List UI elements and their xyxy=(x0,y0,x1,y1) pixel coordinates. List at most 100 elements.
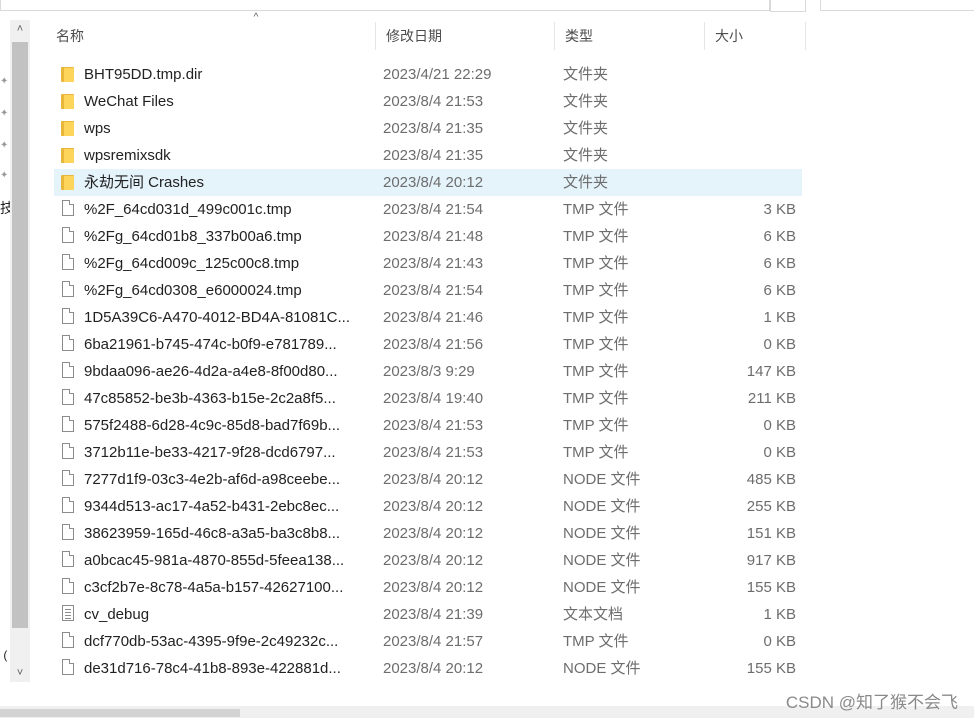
modified-date: 2023/8/4 21:46 xyxy=(383,309,484,326)
file-size: 6 KB xyxy=(763,282,796,299)
file-row[interactable]: %2Fg_64cd01b8_337b00a6.tmp 2023/8/4 21:48… xyxy=(54,223,802,250)
file-type: 文件夹 xyxy=(563,147,609,164)
text-document-icon xyxy=(58,601,76,628)
file-type: TMP 文件 xyxy=(563,363,629,380)
navigation-pane[interactable]: ✦ ✦ ✦ ✦ 技 ) ( xyxy=(0,12,14,682)
column-size-header[interactable]: 大小 xyxy=(705,22,806,50)
nav-scrollbar[interactable]: ˄ ˅ xyxy=(10,20,30,682)
file-row[interactable]: %2Fg_64cd0308_e6000024.tmp 2023/8/4 21:54… xyxy=(54,277,802,304)
folder-row[interactable]: wpsremixsdk 2023/8/4 21:35 文件夹 xyxy=(54,142,802,169)
file-type: TMP 文件 xyxy=(563,390,629,407)
modified-date: 2023/8/4 21:56 xyxy=(383,336,484,353)
file-row[interactable]: %2F_64cd031d_499c001c.tmp 2023/8/4 21:54 T… xyxy=(54,196,802,223)
file-name: a0bcac45-981a-4870-855d-5feea138... xyxy=(84,552,345,569)
file-size xyxy=(704,169,796,196)
modified-date: 2023/8/4 21:54 xyxy=(383,201,484,218)
file-name: 47c85852-be3b-4363-b15e-2c2a8f5... xyxy=(84,390,336,407)
file-size: 155 KB xyxy=(746,579,796,596)
file-icon xyxy=(58,520,76,547)
file-type: TMP 文件 xyxy=(563,633,629,650)
file-row[interactable]: 47c85852-be3b-4363-b15e-2c2a8f5... 2023/8… xyxy=(54,385,802,412)
scrollbar-thumb[interactable] xyxy=(12,42,28,628)
file-name: 6ba21961-b745-474c-b0f9-e781789... xyxy=(84,336,337,353)
file-size: 0 KB xyxy=(763,336,796,353)
file-icon xyxy=(58,385,76,412)
address-bar[interactable] xyxy=(0,0,770,11)
file-row[interactable]: c3cf2b7e-8c78-4a5a-b157-42627100... 2023/… xyxy=(54,574,802,601)
file-type: NODE 文件 xyxy=(563,498,641,515)
file-size xyxy=(704,115,796,142)
file-icon xyxy=(58,628,76,655)
folder-row[interactable]: WeChat Files 2023/8/4 21:53 文件夹 xyxy=(54,88,802,115)
folder-row[interactable]: wps 2023/8/4 21:35 文件夹 xyxy=(54,115,802,142)
file-type: 文件夹 xyxy=(563,66,609,83)
file-row[interactable]: 7277d1f9-03c3-4e2b-af6d-a98ceebe... 2023/… xyxy=(54,466,802,493)
file-row[interactable]: 9bdaa096-ae26-4d2a-a4e8-8f00d80... 2023/8… xyxy=(54,358,802,385)
pin-icon: ✦ xyxy=(0,140,9,151)
file-name: 9bdaa096-ae26-4d2a-a4e8-8f00d80... xyxy=(84,363,338,380)
modified-date: 2023/8/4 21:39 xyxy=(383,606,484,623)
file-name: %2F_64cd031d_499c001c.tmp xyxy=(84,201,292,218)
file-row[interactable]: de31d716-78c4-41b8-893e-422881d... 2023/8… xyxy=(54,655,802,682)
file-row[interactable]: %2Fg_64cd009c_125c00c8.tmp 2023/8/4 21:43… xyxy=(54,250,802,277)
file-name: %2Fg_64cd01b8_337b00a6.tmp xyxy=(84,228,302,245)
column-date-header[interactable]: 修改日期 xyxy=(376,22,555,50)
file-icon xyxy=(58,331,76,358)
file-size: 917 KB xyxy=(746,552,796,569)
file-type: NODE 文件 xyxy=(563,525,641,542)
file-row[interactable]: cv_debug 2023/8/4 21:39 文本文档 1 KB xyxy=(54,601,802,628)
nav-item-fragment[interactable]: ) ( xyxy=(0,648,7,662)
file-icon xyxy=(58,196,76,223)
modified-date: 2023/8/4 20:12 xyxy=(383,498,484,515)
folder-row[interactable]: 永劫无间 Crashes 2023/8/4 20:12 文件夹 xyxy=(54,169,802,196)
column-header: ^ 名称 修改日期 类型 大小 xyxy=(46,12,806,50)
modified-date: 2023/8/4 20:12 xyxy=(383,525,484,542)
scroll-up-icon[interactable]: ˄ xyxy=(13,22,27,36)
file-row[interactable]: dcf770db-53ac-4395-9f9e-2c49232c... 2023/… xyxy=(54,628,802,655)
file-row[interactable]: 38623959-165d-46c8-a3a5-ba3c8b8... 2023/8… xyxy=(54,520,802,547)
file-type: NODE 文件 xyxy=(563,579,641,596)
file-type: TMP 文件 xyxy=(563,282,629,299)
file-name: %2Fg_64cd0308_e6000024.tmp xyxy=(84,282,302,299)
file-row[interactable]: 575f2488-6d28-4c9c-85d8-bad7f69b... 2023/… xyxy=(54,412,802,439)
scroll-down-icon[interactable]: ˅ xyxy=(13,666,27,680)
refresh-button[interactable] xyxy=(770,0,806,12)
file-name: wpsremixsdk xyxy=(84,147,171,164)
file-name: 38623959-165d-46c8-a3a5-ba3c8b8... xyxy=(84,525,341,542)
folder-icon xyxy=(58,142,76,169)
folder-icon xyxy=(58,115,76,142)
file-size xyxy=(704,88,796,115)
column-type-header[interactable]: 类型 xyxy=(555,22,705,50)
modified-date: 2023/8/4 20:12 xyxy=(383,174,484,191)
file-type: NODE 文件 xyxy=(563,660,641,677)
file-name: %2Fg_64cd009c_125c00c8.tmp xyxy=(84,255,300,272)
file-type: TMP 文件 xyxy=(563,255,629,272)
scrollbar-thumb[interactable] xyxy=(0,709,240,717)
file-name: c3cf2b7e-8c78-4a5a-b157-42627100... xyxy=(84,579,344,596)
file-icon xyxy=(58,412,76,439)
modified-date: 2023/8/4 21:35 xyxy=(383,120,484,137)
file-name: WeChat Files xyxy=(84,93,174,110)
modified-date: 2023/8/4 20:12 xyxy=(383,579,484,596)
file-row[interactable]: 6ba21961-b745-474c-b0f9-e781789... 2023/8… xyxy=(54,331,802,358)
file-size xyxy=(704,61,796,88)
folder-icon xyxy=(58,169,76,196)
search-input[interactable] xyxy=(820,0,974,11)
file-size: 155 KB xyxy=(746,660,796,677)
file-row[interactable]: 1D5A39C6-A470-4012-BD4A-81081C... 2023/8/… xyxy=(54,304,802,331)
column-name-header[interactable]: 名称 xyxy=(46,22,376,50)
file-name: cv_debug xyxy=(84,606,150,623)
modified-date: 2023/8/4 21:43 xyxy=(383,255,484,272)
folder-icon xyxy=(58,61,76,88)
folder-row[interactable]: BHT95DD.tmp.dir 2023/4/21 22:29 文件夹 xyxy=(54,61,802,88)
modified-date: 2023/8/4 21:35 xyxy=(383,147,484,164)
modified-date: 2023/8/4 21:53 xyxy=(383,444,484,461)
file-row[interactable]: 3712b11e-be33-4217-9f28-dcd6797... 2023/8… xyxy=(54,439,802,466)
modified-date: 2023/8/4 21:54 xyxy=(383,282,484,299)
toolbar-strip xyxy=(0,0,974,12)
modified-date: 2023/8/4 20:12 xyxy=(383,660,484,677)
file-size: 1 KB xyxy=(763,309,796,326)
file-size: 6 KB xyxy=(763,228,796,245)
file-row[interactable]: 9344d513-ac17-4a52-b431-2ebc8ec... 2023/8… xyxy=(54,493,802,520)
file-row[interactable]: a0bcac45-981a-4870-855d-5feea138... 2023/… xyxy=(54,547,802,574)
